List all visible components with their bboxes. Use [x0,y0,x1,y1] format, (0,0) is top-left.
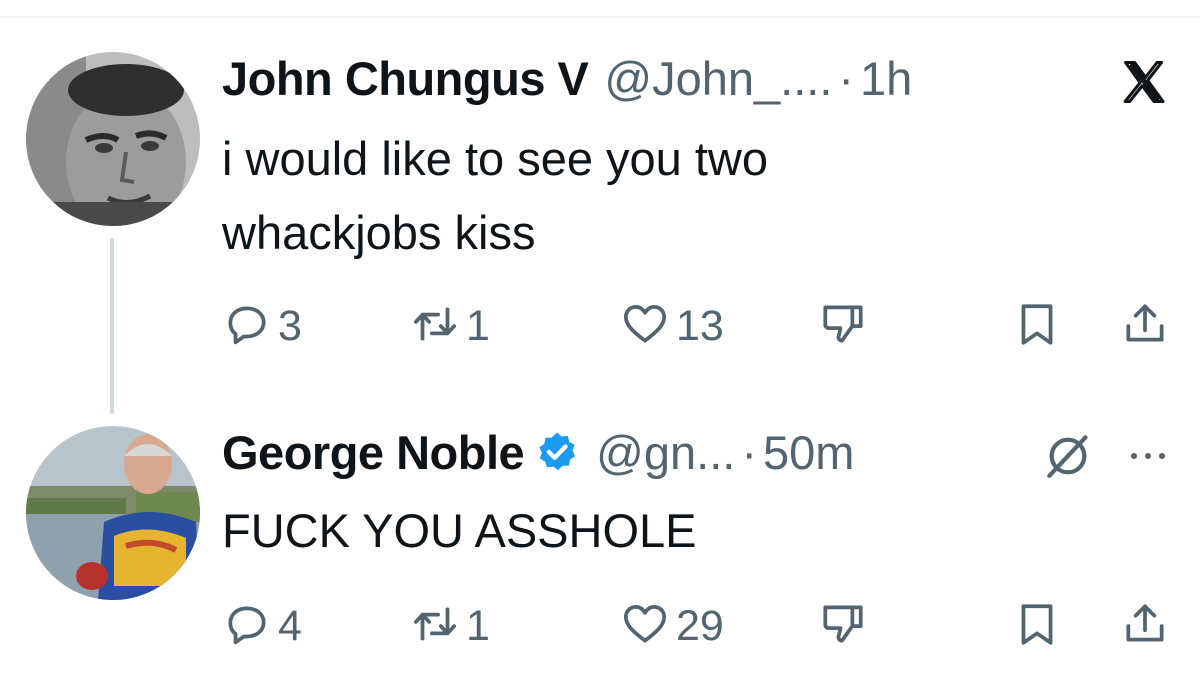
thread-connector-line [110,238,114,414]
like-button[interactable]: 13 [620,296,724,356]
repost-icon [410,599,460,654]
bookmark-button[interactable] [1012,596,1062,656]
like-count: 29 [676,601,724,650]
bookmark-icon [1012,599,1062,654]
downvote-button[interactable] [818,296,868,356]
separator-dot: · [741,425,757,479]
author-handle[interactable]: @John_.... [604,51,832,106]
reply-icon [222,599,272,654]
author-name[interactable]: John Chungus V [222,51,589,106]
bookmark-icon [1012,299,1062,354]
repost-button[interactable]: 1 [410,296,490,356]
tweet-text: i would like to see you two whackjobs ki… [222,122,768,270]
heart-icon [620,599,670,654]
grok-icon[interactable] [1040,428,1096,484]
reply-count: 4 [278,601,302,650]
tweet-text: FUCK YOU ASSHOLE [222,494,697,568]
share-button[interactable] [1120,296,1170,356]
repost-count: 1 [466,601,490,650]
repost-button[interactable]: 1 [410,596,490,656]
timestamp[interactable]: 50m [763,425,854,480]
verified-badge-icon [534,429,580,475]
repost-count: 1 [466,301,490,350]
share-icon [1120,599,1170,654]
author-handle[interactable]: @gn... [596,425,735,480]
share-icon [1120,299,1170,354]
separator-dot: · [838,51,855,105]
like-button[interactable]: 29 [620,596,724,656]
heart-icon [620,299,670,354]
avatar[interactable] [26,52,200,226]
reply-icon [222,299,272,354]
tweet-header: John Chungus V @John_.... · 1h [222,46,912,110]
tweet-text-line: FUCK YOU ASSHOLE [222,504,697,557]
tweet-actions: 4 1 29 [222,596,1182,656]
thumbs-down-icon [818,599,868,654]
tweet-text-line: whackjobs kiss [222,206,536,259]
reply-count: 3 [278,301,302,350]
thumbs-down-icon [818,299,868,354]
reply-button[interactable]: 3 [222,296,302,356]
repost-icon [410,299,460,354]
downvote-button[interactable] [818,596,868,656]
tweet-text-line: i would like to see you two [222,132,769,185]
bookmark-button[interactable] [1012,296,1062,356]
author-name[interactable]: George Noble [222,425,525,480]
avatar[interactable] [26,426,200,600]
like-count: 13 [676,301,724,350]
x-logo-icon[interactable] [1118,56,1170,108]
more-icon[interactable] [1126,436,1170,476]
top-divider [0,16,1200,18]
timestamp[interactable]: 1h [860,51,912,106]
share-button[interactable] [1120,596,1170,656]
tweet-header: George Noble @gn... · 50m [222,420,854,484]
tweet-actions: 3 1 13 [222,296,1182,356]
reply-button[interactable]: 4 [222,596,302,656]
